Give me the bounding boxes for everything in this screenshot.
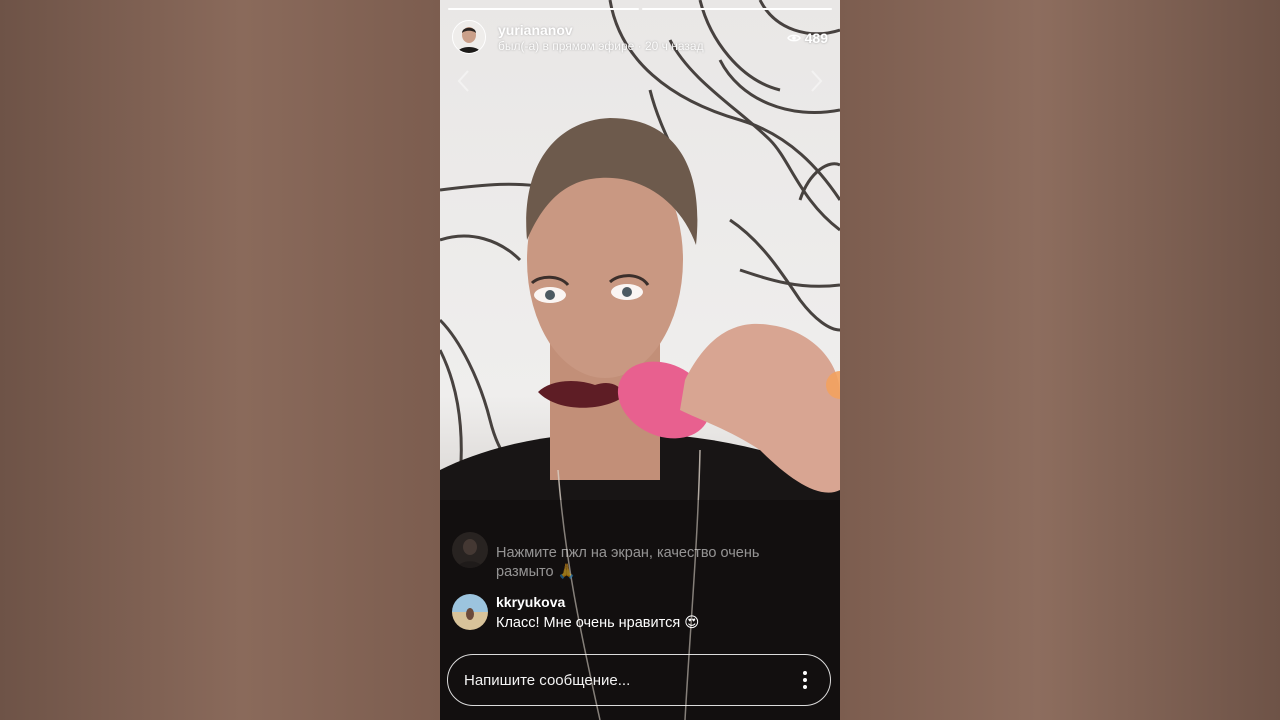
blurred-background-right [840,0,1280,720]
commenter-username[interactable]: kkryukova [496,594,565,610]
live-video-frame [440,0,840,720]
more-vertical-icon [803,671,807,689]
story-progress-bar [448,8,832,10]
message-composer [447,654,831,706]
chevron-right-icon[interactable] [806,68,826,94]
live-story-viewer[interactable]: yuriananov был(-а) в прямом эфире · 20 ч… [440,0,840,720]
progress-segment [448,8,639,10]
progress-segment [641,8,832,10]
comment-text: Нажмите пжл на экран, качество очень раз… [496,545,760,580]
message-input[interactable] [464,655,784,705]
commenter-avatar[interactable] [452,594,488,630]
user-avatar[interactable] [452,20,486,54]
comment-text: Класс! Мне очень нравится 😍 [496,615,700,631]
viewer-count[interactable]: 489 [786,30,828,46]
more-options-button[interactable] [792,667,818,693]
story-header: yuriananov был(-а) в прямом эфире · 20 ч… [452,18,828,58]
viewer-count-value: 489 [804,30,828,46]
username[interactable]: yuriananov [498,22,573,38]
commenter-avatar[interactable] [452,532,488,568]
blurred-background-left [0,0,440,720]
live-status-text: был(-а) в прямом эфире · 20 ч назад [498,39,704,53]
eye-icon [786,34,801,42]
chevron-left-icon[interactable] [454,68,474,94]
